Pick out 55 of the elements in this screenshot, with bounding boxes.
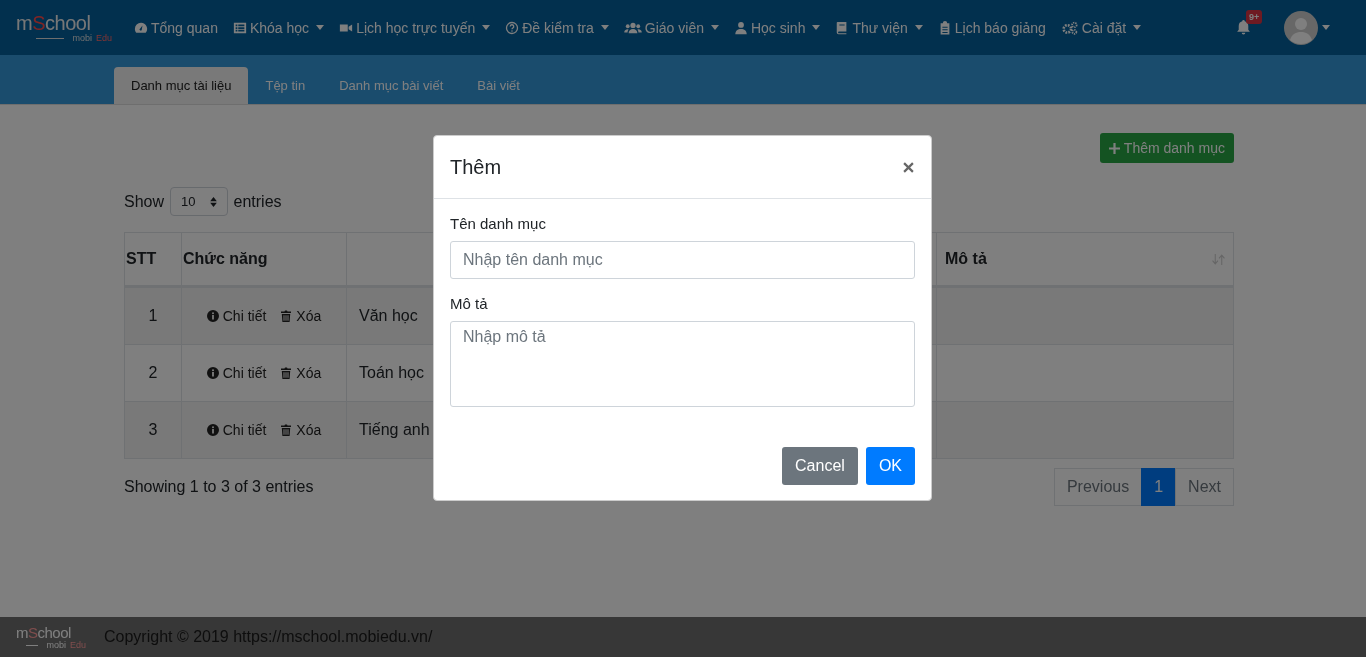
modal-title: Thêm — [450, 155, 502, 179]
gears-icon — [1060, 20, 1079, 35]
table-cell: 1 — [124, 286, 182, 345]
tab[interactable]: Bài viết — [460, 67, 537, 104]
gauge-icon — [134, 20, 148, 35]
nav-menu-item[interactable]: Đề kiểm tra — [505, 19, 609, 36]
detail-link[interactable]: Chi tiết — [206, 422, 267, 438]
input-field[interactable]: Nhập tên danh mục — [450, 241, 915, 279]
list-icon — [232, 20, 247, 35]
close-icon[interactable] — [903, 161, 914, 173]
detail-link[interactable]: Chi tiết — [206, 308, 267, 324]
trash-icon — [280, 424, 293, 436]
add-category-button[interactable]: Thêm danh mục — [1099, 133, 1234, 163]
user-icon — [733, 20, 748, 35]
detail-link[interactable]: Chi tiết — [206, 365, 267, 381]
table-info: Showing 1 to 3 of 3 entries — [124, 478, 314, 496]
nav-menu-item[interactable]: Học sinh — [733, 19, 821, 36]
nav-menu-item[interactable]: Lịch báo giảng — [937, 19, 1046, 36]
delete-link[interactable]: Xóa — [280, 308, 322, 324]
table-cell: 2 — [124, 344, 182, 402]
tab[interactable]: Danh mục tài liệu — [114, 67, 249, 104]
pagination-link[interactable]: 1 — [1141, 468, 1177, 506]
nav-menu-item[interactable]: Cài đặt — [1060, 19, 1142, 36]
field-label: Mô tả — [450, 295, 489, 312]
mschool-logo: mSchool mobi Edu — [16, 12, 112, 43]
tab[interactable]: Tệp tin — [248, 67, 323, 104]
avatar-icon[interactable] — [1284, 10, 1318, 45]
info-icon — [206, 367, 219, 379]
info-icon — [206, 310, 219, 322]
notification-badge: 9+ — [1246, 10, 1263, 24]
nav-menu-item[interactable]: Giáo viên — [623, 19, 719, 36]
table-cell: 3 — [124, 401, 182, 459]
cancel-button[interactable]: Cancel — [782, 447, 858, 485]
nav-menu-item[interactable]: Khóa học — [232, 19, 325, 36]
delete-link[interactable]: Xóa — [280, 365, 322, 381]
bell-icon[interactable] — [1235, 19, 1252, 36]
nav-menu-item[interactable]: Thư viện — [835, 19, 923, 36]
nav-menu-item[interactable]: Tổng quan — [134, 19, 218, 36]
entries-label: entries — [233, 192, 282, 211]
field-label: Tên danh mục — [450, 215, 547, 232]
nav-menu-item[interactable]: Lịch học trực tuyến — [339, 19, 491, 36]
show-label: Show — [124, 192, 165, 211]
help-icon — [505, 20, 520, 35]
plus-icon — [1108, 142, 1120, 154]
tab[interactable]: Danh mục bài viết — [322, 67, 461, 104]
users-icon — [623, 20, 642, 35]
trash-icon — [280, 310, 293, 322]
delete-link[interactable]: Xóa — [280, 422, 322, 438]
trash-icon — [280, 367, 293, 379]
ok-button[interactable]: OK — [865, 447, 915, 485]
textarea-field[interactable]: Nhập mô tả — [450, 321, 915, 407]
caret-icon — [1322, 25, 1330, 30]
entries-select[interactable]: 10 — [170, 187, 228, 216]
info-icon — [206, 424, 219, 436]
sort-arrows-icon — [209, 196, 217, 207]
